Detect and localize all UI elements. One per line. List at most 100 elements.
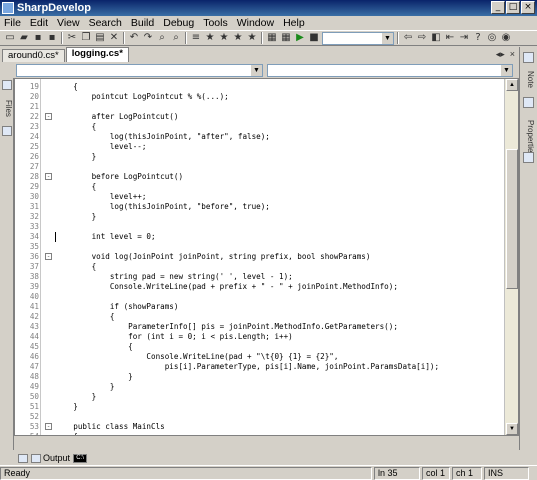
options-icon[interactable]: ◉ xyxy=(500,32,512,44)
menu-help[interactable]: Help xyxy=(283,17,305,29)
code-line[interactable]: 45 { xyxy=(15,342,505,352)
outdent-icon[interactable]: ⇤ xyxy=(444,32,456,44)
save-icon[interactable]: ▪ xyxy=(32,32,44,44)
menu-view[interactable]: View xyxy=(57,17,80,29)
code-line[interactable]: 47 pis[i].ParameterType, pis[i].Name, jo… xyxy=(15,362,505,372)
clear-bookmarks-icon[interactable]: ★ xyxy=(246,32,258,44)
code-line[interactable]: 52 xyxy=(15,412,505,422)
tab-files[interactable]: Files xyxy=(1,94,13,122)
code-line[interactable]: 19 { xyxy=(15,82,505,92)
bookmark-icon[interactable]: ★ xyxy=(204,32,216,44)
rebuild-icon[interactable]: ▦ xyxy=(280,32,292,44)
find-icon[interactable]: ⌕ xyxy=(156,32,168,44)
code-line[interactable]: 39 Console.WriteLine(pad + prefix + " - … xyxy=(15,282,505,292)
tools-icon[interactable] xyxy=(523,52,534,63)
code-line[interactable]: 33 xyxy=(15,222,505,232)
tab-task-list[interactable] xyxy=(18,453,28,463)
code-line[interactable]: 49 } xyxy=(15,382,505,392)
menu-debug[interactable]: Debug xyxy=(163,17,194,29)
code-line[interactable]: 23 { xyxy=(15,122,505,132)
tab-logging[interactable]: logging.cs* xyxy=(65,47,129,62)
cut-icon[interactable]: ✂ xyxy=(66,32,78,44)
code-line[interactable]: 30 level++; xyxy=(15,192,505,202)
save-all-icon[interactable]: ▪ xyxy=(46,32,58,44)
tab-around0[interactable]: around0.cs* xyxy=(2,49,65,62)
code-line[interactable]: 21 xyxy=(15,102,505,112)
code-line[interactable]: 27 xyxy=(15,162,505,172)
code-line[interactable]: 22- after LogPointcut() xyxy=(15,112,505,122)
navigate-icon[interactable]: ◧ xyxy=(430,32,442,44)
fold-toggle-icon[interactable]: - xyxy=(45,113,52,120)
code-line[interactable]: 46 Console.WriteLine(pad + "\t{0} {1} = … xyxy=(15,352,505,362)
back-icon[interactable]: ⇦ xyxy=(402,32,414,44)
toggle-comment-icon[interactable]: ≡ xyxy=(190,32,202,44)
code-line[interactable]: 43 ParameterInfo[] pis = joinPoint.Metho… xyxy=(15,322,505,332)
open-folder-icon[interactable]: ▰ xyxy=(18,32,30,44)
code-line[interactable]: 41 if (showParams) xyxy=(15,302,505,312)
class-select[interactable]: ▼ xyxy=(16,63,263,77)
vertical-scrollbar[interactable]: ▲ ▼ xyxy=(504,79,518,435)
paste-icon[interactable]: ▤ xyxy=(94,32,106,44)
code-line[interactable]: 50 } xyxy=(15,392,505,402)
tab-console[interactable]: C:\ xyxy=(73,453,88,463)
tab-note[interactable]: Note xyxy=(523,67,535,91)
code-line[interactable]: 53- public class MainCls xyxy=(15,422,505,432)
code-line[interactable]: 42 { xyxy=(15,312,505,322)
scroll-up-icon[interactable]: ▲ xyxy=(506,79,518,91)
code-line[interactable]: 34 int level = 0; xyxy=(15,232,505,242)
configuration-select[interactable]: ▼ xyxy=(322,31,394,45)
undo-icon[interactable]: ↶ xyxy=(128,32,140,44)
code-line[interactable]: 31 log(thisJoinPoint, "before", true); xyxy=(15,202,505,212)
copy-icon[interactable]: ❐ xyxy=(80,32,92,44)
help-panel-icon[interactable] xyxy=(523,152,534,163)
code-line[interactable]: 51 } xyxy=(15,402,505,412)
menu-tools[interactable]: Tools xyxy=(203,17,228,29)
minimize-button[interactable]: _ xyxy=(491,1,505,14)
member-select[interactable]: ▼ xyxy=(267,63,513,77)
code-editor[interactable]: 19 {20 pointcut LogPointcut % %(...); 21 2… xyxy=(14,78,519,436)
code-line[interactable]: 20 pointcut LogPointcut % %(...); xyxy=(15,92,505,102)
menu-file[interactable]: File xyxy=(4,17,21,29)
next-bookmark-icon[interactable]: ★ xyxy=(232,32,244,44)
scroll-tabs-icon[interactable]: ◂▸ xyxy=(496,49,505,60)
menu-window[interactable]: Window xyxy=(237,17,274,29)
code-line[interactable]: 25 level--; xyxy=(15,142,505,152)
code-line[interactable]: 44 for (int i = 0; i < pis.Length; i++) xyxy=(15,332,505,342)
run-icon[interactable]: ▶ xyxy=(294,32,306,44)
code-line[interactable]: 37 { xyxy=(15,262,505,272)
menu-build[interactable]: Build xyxy=(131,17,154,29)
menu-search[interactable]: Search xyxy=(89,17,122,29)
code-line[interactable]: 38 string pad = new string(' ', level - … xyxy=(15,272,505,282)
properties-icon[interactable] xyxy=(523,97,534,108)
scroll-down-icon[interactable]: ▼ xyxy=(506,423,518,435)
delete-icon[interactable]: ✕ xyxy=(108,32,120,44)
code-line[interactable]: 40 xyxy=(15,292,505,302)
code-line[interactable]: 35 xyxy=(15,242,505,252)
code-line[interactable]: 29 { xyxy=(15,182,505,192)
help-icon[interactable]: ? xyxy=(472,32,484,44)
classes-icon[interactable] xyxy=(2,126,12,136)
code-line[interactable]: 48 } xyxy=(15,372,505,382)
code-line[interactable]: 54 { xyxy=(15,432,505,435)
fold-toggle-icon[interactable]: - xyxy=(45,423,52,430)
tab-output[interactable]: Output xyxy=(31,453,70,463)
code-line[interactable]: 24 log(thisJoinPoint, "after", false); xyxy=(15,132,505,142)
close-tab-icon[interactable]: × xyxy=(510,49,515,60)
replace-icon[interactable]: ⌕ xyxy=(170,32,182,44)
forward-icon[interactable]: ⇨ xyxy=(416,32,428,44)
close-button[interactable]: × xyxy=(521,1,535,14)
build-icon[interactable]: ▦ xyxy=(266,32,278,44)
code-line[interactable]: 36- void log(JoinPoint joinPoint, string… xyxy=(15,252,505,262)
project-icon[interactable] xyxy=(2,80,12,90)
scrollbar-thumb[interactable] xyxy=(506,149,518,289)
web-icon[interactable]: ◎ xyxy=(486,32,498,44)
menu-edit[interactable]: Edit xyxy=(30,17,48,29)
maximize-button[interactable]: □ xyxy=(506,1,520,14)
code-line[interactable]: 32 } xyxy=(15,212,505,222)
fold-toggle-icon[interactable]: - xyxy=(45,253,52,260)
stop-icon[interactable]: ■ xyxy=(308,32,320,44)
redo-icon[interactable]: ↷ xyxy=(142,32,154,44)
fold-toggle-icon[interactable]: - xyxy=(45,173,52,180)
indent-icon[interactable]: ⇥ xyxy=(458,32,470,44)
prev-bookmark-icon[interactable]: ★ xyxy=(218,32,230,44)
